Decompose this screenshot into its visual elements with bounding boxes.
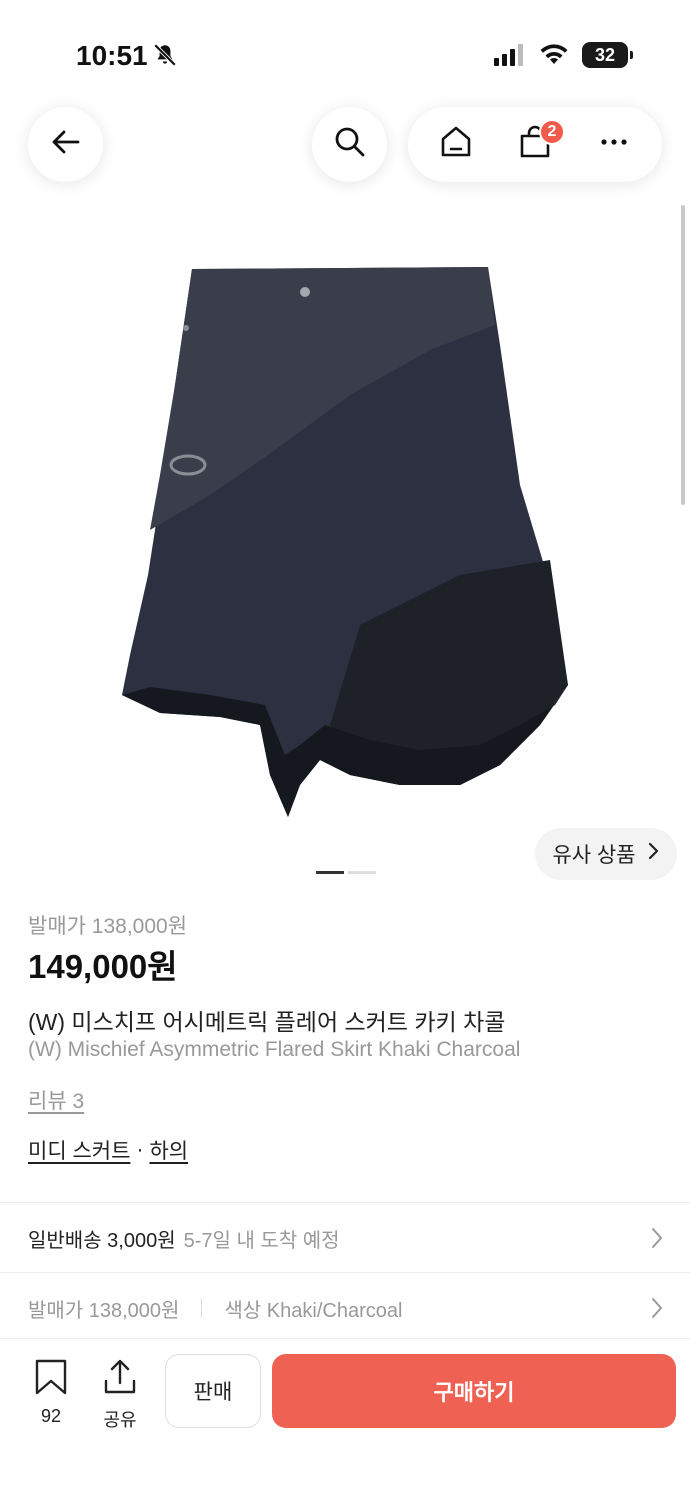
options-color: 색상 Khaki/Charcoal bbox=[224, 1299, 403, 1322]
buy-button[interactable]: 구매하기 bbox=[272, 1354, 676, 1428]
header-actions: 2 bbox=[408, 107, 662, 182]
share-button[interactable]: 공유 bbox=[102, 1359, 138, 1432]
similar-products-button[interactable]: 유사 상품 bbox=[535, 828, 677, 880]
wishlist-button[interactable]: 92 bbox=[34, 1359, 68, 1427]
back-button[interactable] bbox=[28, 107, 103, 182]
wish-count: 92 bbox=[40, 1406, 62, 1426]
battery-indicator: 32 bbox=[582, 42, 633, 68]
chevron-right-icon bbox=[650, 1227, 664, 1255]
separator-bar bbox=[201, 1298, 203, 1318]
product-image[interactable] bbox=[100, 255, 590, 830]
product-price: 149,000원 bbox=[28, 948, 178, 985]
bookmark-icon bbox=[34, 1359, 68, 1400]
category-breadcrumb: 미디 스커트 · 하의 bbox=[28, 1135, 188, 1165]
category-link-midi-skirt[interactable]: 미디 스커트 bbox=[28, 1135, 130, 1165]
options-release-price: 발매가 138,000원 bbox=[28, 1299, 180, 1322]
more-horizontal-icon bbox=[596, 124, 632, 165]
bottom-action-bar: 92 공유 판매 구매하기 bbox=[0, 1338, 690, 1500]
status-time: 10:51 bbox=[76, 40, 148, 71]
scrollbar[interactable] bbox=[681, 205, 685, 505]
search-icon bbox=[332, 124, 368, 165]
release-price: 발매가 138,000원 bbox=[28, 915, 188, 938]
share-label: 공유 bbox=[103, 1410, 137, 1430]
shipping-eta: 5-7일 내 도착 예정 bbox=[183, 1229, 340, 1252]
product-name-ko: (W) 미스치프 어시메트릭 플레어 스커트 카키 차콜 bbox=[28, 1009, 506, 1035]
pager-dot bbox=[348, 871, 376, 874]
chevron-right-icon bbox=[646, 842, 660, 866]
arrow-left-icon bbox=[48, 124, 84, 165]
home-button[interactable] bbox=[426, 115, 486, 175]
category-link-bottoms[interactable]: 하의 bbox=[149, 1135, 188, 1165]
image-pager bbox=[316, 871, 376, 874]
category-separator: · bbox=[136, 1138, 144, 1161]
pager-dot-active bbox=[316, 871, 344, 874]
sell-button[interactable]: 판매 bbox=[165, 1354, 261, 1428]
shipping-label: 일반배송 3,000원 bbox=[28, 1229, 176, 1252]
cart-button[interactable]: 2 bbox=[505, 115, 565, 175]
review-link[interactable]: 리뷰 3 bbox=[28, 1085, 84, 1115]
wifi-icon bbox=[538, 42, 570, 71]
more-button[interactable] bbox=[584, 115, 644, 175]
chevron-right-icon bbox=[650, 1297, 664, 1325]
signal-icon bbox=[494, 44, 526, 71]
bell-muted-icon bbox=[152, 42, 178, 73]
options-row[interactable]: 발매가 138,000원 색상 Khaki/Charcoal bbox=[0, 1273, 690, 1343]
share-icon bbox=[102, 1359, 138, 1400]
similar-products-label: 유사 상품 bbox=[552, 844, 636, 867]
shipping-row[interactable]: 일반배송 3,000원 5-7일 내 도착 예정 bbox=[0, 1203, 690, 1273]
status-bar: 10:51 32 bbox=[0, 0, 690, 110]
product-name-en: (W) Mischief Asymmetric Flared Skirt Kha… bbox=[28, 1038, 521, 1061]
search-button[interactable] bbox=[312, 107, 387, 182]
home-icon bbox=[438, 124, 474, 165]
cart-count-badge: 2 bbox=[538, 118, 565, 145]
